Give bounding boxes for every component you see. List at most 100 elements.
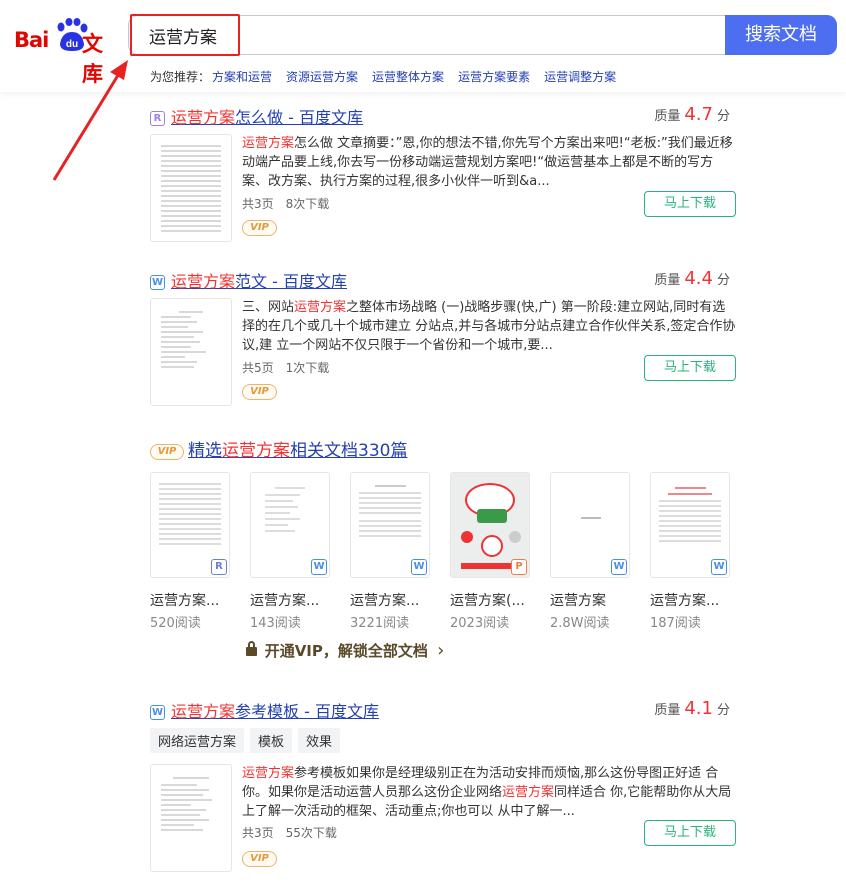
vip-badge: VIP <box>242 384 277 400</box>
logo-du-text: du <box>66 39 78 50</box>
file-type-icon: W <box>411 559 427 575</box>
snippet-text: 三、网站 <box>242 300 295 315</box>
related-doc-card[interactable]: W 运营方案 2.8W阅读 <box>550 472 630 631</box>
related-title-pre: 精选 <box>188 441 222 461</box>
doc-thumbnail[interactable] <box>150 298 232 406</box>
doc-thumbnail: W <box>550 472 630 578</box>
file-type-icon: R <box>211 559 227 575</box>
doc-thumbnail: P <box>450 472 530 578</box>
recommend-link[interactable]: 运营方案要素 <box>458 70 530 84</box>
unlock-vip-link[interactable]: 开通VIP，解锁全部文档 › <box>150 640 540 661</box>
download-button[interactable]: 马上下载 <box>644 355 736 381</box>
quality-label: 质量 <box>654 273 681 288</box>
page-count: 共3页 <box>242 197 274 211</box>
card-name: 运营方案... <box>350 593 420 609</box>
quality-label: 质量 <box>654 109 681 124</box>
download-count: 8次下载 <box>285 197 330 211</box>
annotation-highlight-box <box>130 14 240 56</box>
logo-wenku-text: 文库 <box>82 32 103 86</box>
quality-value: 4.7 <box>684 104 713 125</box>
download-button[interactable]: 马上下载 <box>644 820 736 846</box>
result-title[interactable]: W 运营方案参考模板 - 百度文库 <box>150 698 379 722</box>
tag[interactable]: 模板 <box>250 728 293 753</box>
file-type-icon: W <box>150 275 165 290</box>
card-reads: 2.8W阅读 <box>550 616 610 631</box>
related-title[interactable]: VIP 精选运营方案相关文档330篇 <box>150 436 407 461</box>
header: Bai du 文库 搜索文档 为您推荐：方案和运营资源运营方案运营整体方案运营方… <box>0 0 846 92</box>
title-text: 怎么做 - 百度文库 <box>235 108 363 127</box>
card-name: 运营方案 <box>550 593 606 609</box>
tag[interactable]: 效果 <box>298 728 341 753</box>
logo-bai-text: Bai <box>14 28 49 52</box>
doc-thumbnail[interactable] <box>150 134 232 242</box>
card-name: 运营方案... <box>650 593 720 609</box>
result-snippet: 运营方案参考模板如果你是经理级别正在为活动安排而烦恼,那么这份导图正好适 合你。… <box>242 764 736 821</box>
file-type-icon: W <box>311 559 327 575</box>
doc-thumbnail[interactable] <box>150 764 232 872</box>
card-reads: 3221阅读 <box>350 616 410 631</box>
title-text: 参考模板 - 百度文库 <box>235 702 379 721</box>
quality-unit: 分 <box>716 109 730 124</box>
vip-badge: VIP <box>150 444 184 460</box>
vip-badge: VIP <box>242 220 277 236</box>
vip-badge: VIP <box>242 851 277 867</box>
doc-thumbnail: W <box>350 472 430 578</box>
recommend-link[interactable]: 运营整体方案 <box>372 70 444 84</box>
doc-thumbnail: R <box>150 472 230 578</box>
result-item: W 运营方案参考模板 - 百度文库 质量 4.1 分 网络运营方案 模板 效果 运营方案参… <box>150 698 740 878</box>
quality-value: 4.4 <box>684 268 713 289</box>
download-count: 55次下载 <box>285 826 337 840</box>
result-title[interactable]: W 运营方案范文 - 百度文库 <box>150 268 347 292</box>
tag[interactable]: 网络运营方案 <box>150 728 245 753</box>
card-name: 运营方案(... <box>450 593 525 609</box>
file-type-icon: W <box>150 705 165 720</box>
download-button[interactable]: 马上下载 <box>644 191 736 217</box>
tag-list: 网络运营方案 模板 效果 <box>150 728 346 753</box>
recommend-link[interactable]: 运营调整方案 <box>544 70 616 84</box>
search-button[interactable]: 搜索文档 <box>725 15 837 55</box>
snippet-highlight: 运营方案 <box>242 136 295 151</box>
recommend-bar: 为您推荐： 方案和运营 资源运营方案 运营整体方案 运营方案要素 运营调整方案 <box>150 68 630 85</box>
related-docs-section: VIP 精选运营方案相关文档330篇 R 运营方案... 520阅读 W 运营方案… <box>150 436 740 666</box>
result-meta: 共3页 8次下载 <box>242 195 341 212</box>
related-doc-card[interactable]: W 运营方案... 143阅读 <box>250 472 330 631</box>
result-snippet: 三、网站运营方案之整体市场战略 (一)战略步骤(快,广) 第一阶段:建立网站,同… <box>242 298 736 355</box>
card-reads: 143阅读 <box>250 616 301 631</box>
card-reads: 520阅读 <box>150 616 201 631</box>
quality-unit: 分 <box>716 273 730 288</box>
quality-score: 质量 4.7 分 <box>654 104 730 125</box>
related-title-highlight: 运营方案 <box>222 441 290 461</box>
lock-icon <box>245 641 257 656</box>
file-type-icon: W <box>611 559 627 575</box>
result-snippet: 运营方案怎么做 文章摘要：”恩,你的想法不错,你先写个方案出来吧!“老板:”我们… <box>242 134 736 191</box>
recommend-link[interactable]: 方案和运营 <box>212 70 272 84</box>
title-highlight: 运营方案 <box>171 272 236 291</box>
download-count: 1次下载 <box>285 361 330 375</box>
doc-thumbnail: W <box>650 472 730 578</box>
result-title[interactable]: R 运营方案怎么做 - 百度文库 <box>150 104 363 128</box>
related-doc-card[interactable]: W 运营方案... 187阅读 <box>650 472 730 631</box>
related-doc-card[interactable]: P 运营方案(... 2023阅读 <box>450 472 530 631</box>
unlock-label: 开通VIP，解锁全部文档 <box>264 642 428 660</box>
card-reads: 187阅读 <box>650 616 701 631</box>
recommend-label: 为您推荐： <box>150 70 211 84</box>
related-doc-card[interactable]: W 运营方案... 3221阅读 <box>350 472 430 631</box>
recommend-link[interactable]: 资源运营方案 <box>286 70 358 84</box>
result-item: W 运营方案范文 - 百度文库 质量 4.4 分 三、网站运营方案之整体市场战略 (一… <box>150 268 740 408</box>
quality-score: 质量 4.1 分 <box>654 698 730 719</box>
snippet-text: 怎么做 文章摘要：”恩,你的想法不错,你先写个方案出来吧!“老板:”我们最近移动… <box>242 136 733 189</box>
related-title-rest: 相关文档330篇 <box>290 441 408 461</box>
card-name: 运营方案... <box>250 593 320 609</box>
result-meta: 共3页 55次下载 <box>242 824 349 841</box>
title-text: 范文 - 百度文库 <box>235 272 347 291</box>
file-type-icon: P <box>511 559 527 575</box>
snippet-highlight: 运营方案 <box>502 785 555 800</box>
page-count: 共5页 <box>242 361 274 375</box>
result-item: R 运营方案怎么做 - 百度文库 质量 4.7 分 运营方案怎么做 文章摘要：”恩,你… <box>150 104 740 244</box>
doc-thumbnail: W <box>250 472 330 578</box>
snippet-highlight: 运营方案 <box>242 766 295 781</box>
quality-value: 4.1 <box>684 698 713 719</box>
related-doc-card[interactable]: R 运营方案... 520阅读 <box>150 472 230 631</box>
result-meta: 共5页 1次下载 <box>242 359 341 376</box>
quality-label: 质量 <box>654 703 681 718</box>
